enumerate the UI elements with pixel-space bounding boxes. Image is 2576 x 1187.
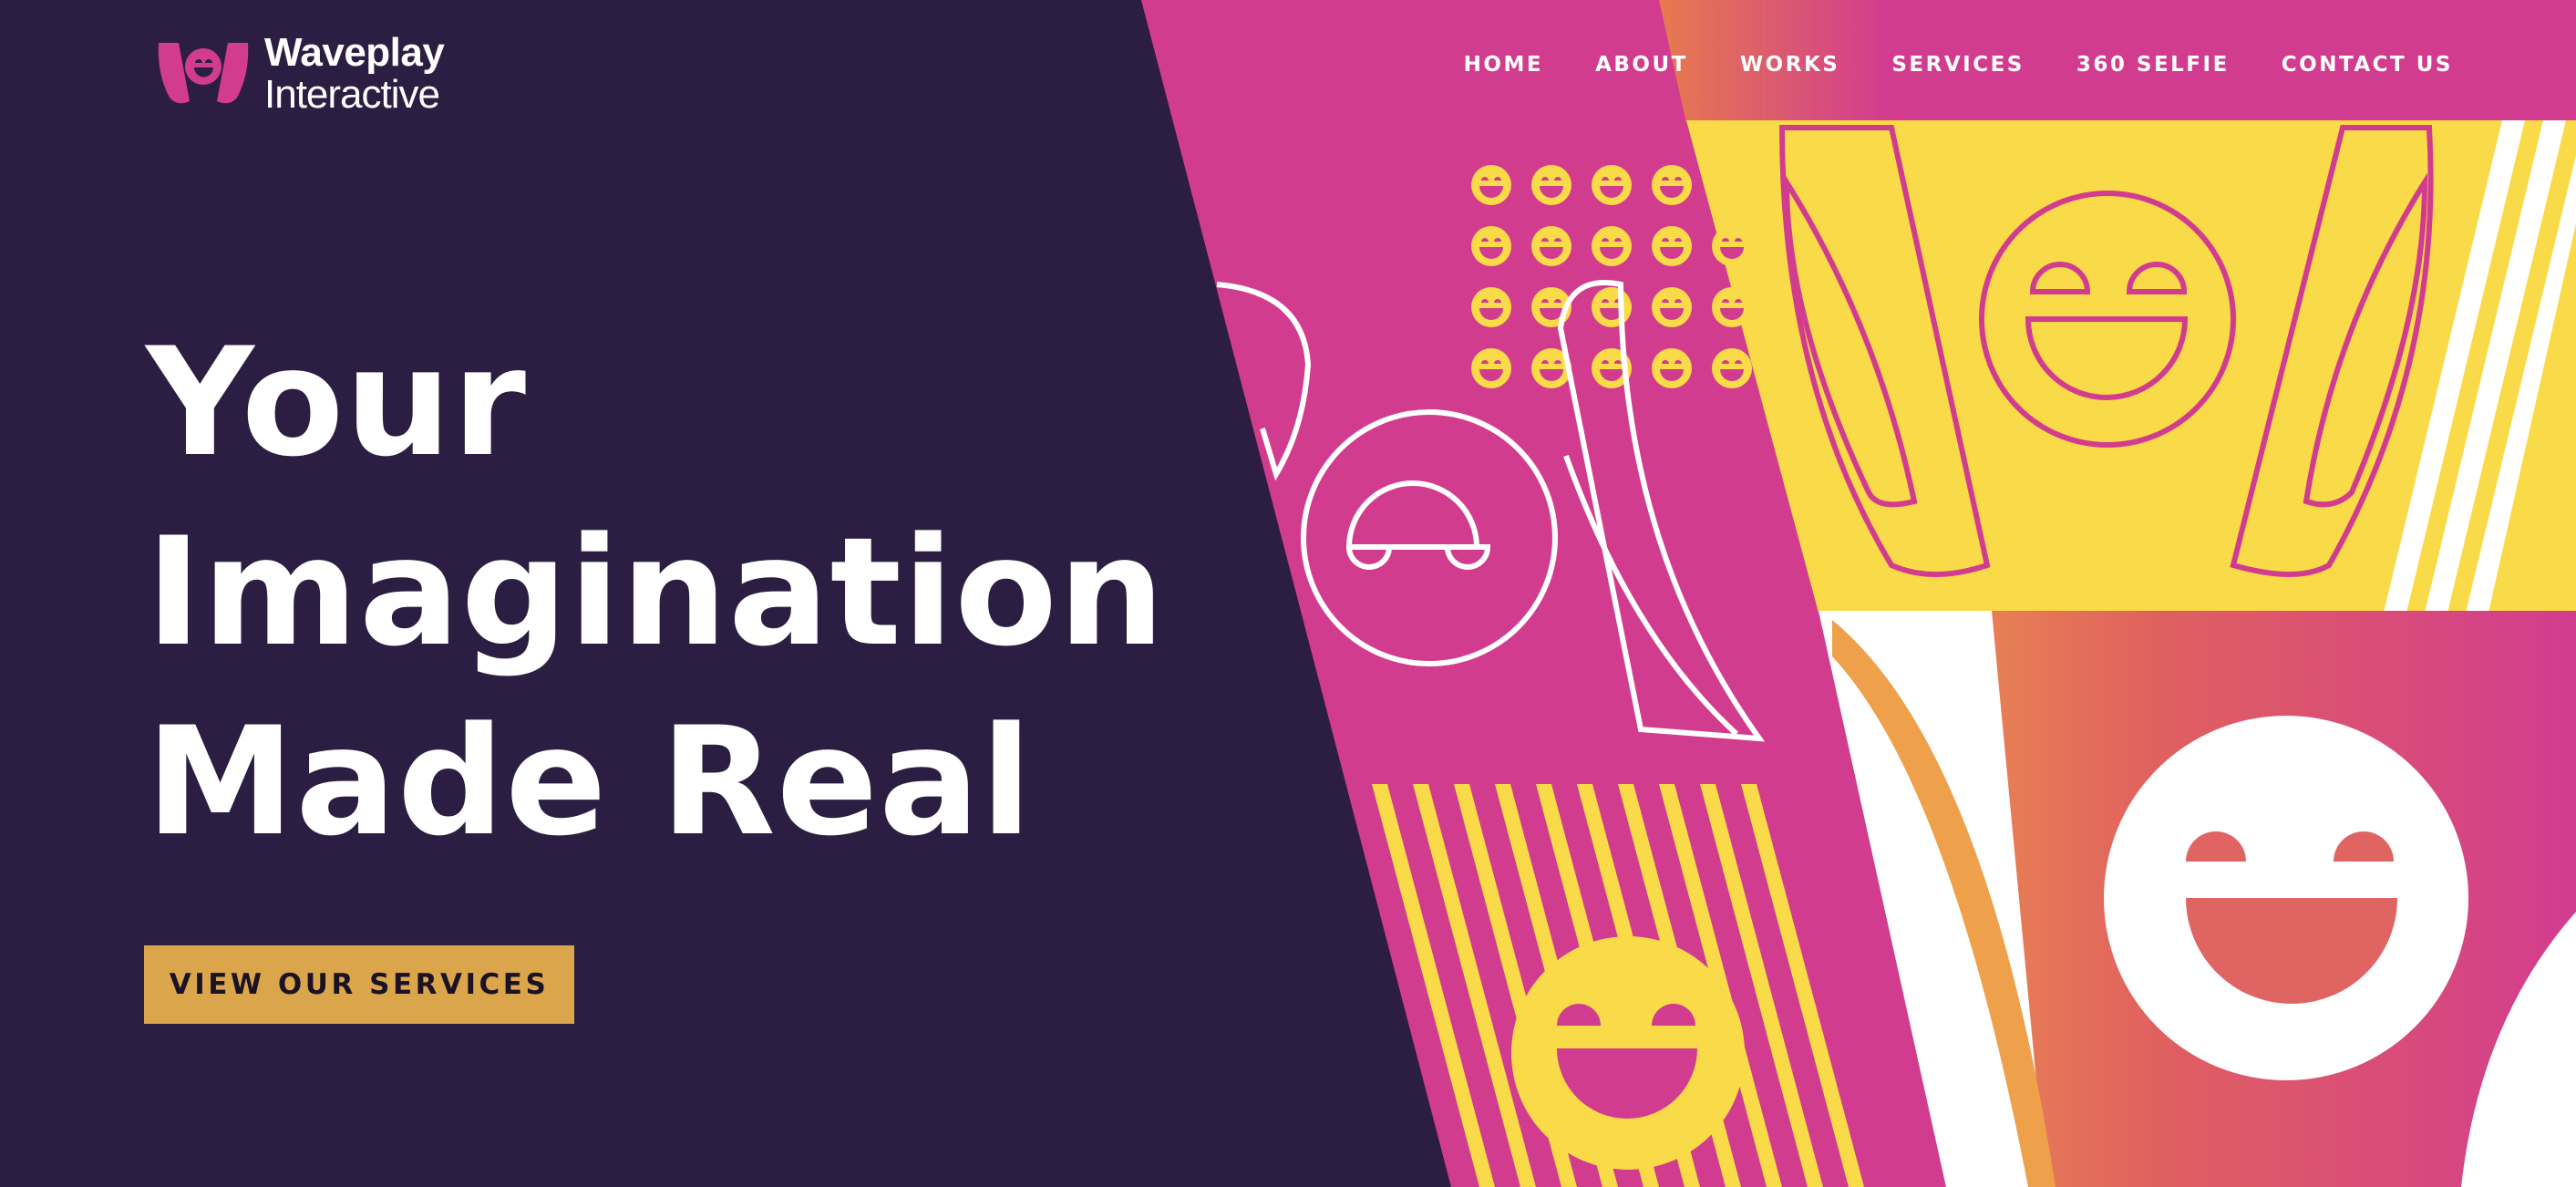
small-smiley-icon — [1471, 287, 1511, 327]
brand-name-line2: Interactive — [264, 72, 440, 117]
small-smiley-icon — [1592, 165, 1632, 205]
white-smiley-face — [2104, 716, 2468, 1080]
small-smiley-icon — [1652, 348, 1692, 388]
nav-works[interactable]: WORKS — [1740, 53, 1840, 77]
small-smiley-icon — [1471, 226, 1511, 266]
small-smiley-icon — [1652, 165, 1692, 205]
small-smiley-icon — [1712, 226, 1752, 266]
view-services-button[interactable]: VIEW OUR SERVICES — [144, 945, 574, 1024]
small-smiley-icon — [1471, 348, 1511, 388]
brand-name-line1: Waveplay — [264, 30, 445, 75]
hero-line-1: Your — [146, 315, 528, 490]
hero-line-3: Made Real — [146, 695, 1033, 869]
hero-headline: Your Imagination Made Real — [146, 308, 1203, 877]
waveplay-smiley-logo-icon — [158, 43, 249, 104]
small-smiley-icon — [1531, 226, 1571, 266]
small-smiley-icon — [1531, 165, 1571, 205]
small-smiley-icon — [1592, 287, 1632, 327]
hero-line-2: Imagination — [146, 505, 1166, 679]
nav-services[interactable]: SERVICES — [1891, 53, 2025, 77]
small-smiley-icon — [1652, 287, 1692, 327]
yellow-smiley-face — [1511, 936, 1745, 1170]
small-smiley-icon — [1652, 226, 1692, 266]
brand-logo[interactable]: Waveplay Interactive — [155, 30, 445, 117]
nav-home[interactable]: HOME — [1464, 53, 1543, 77]
small-smiley-icon — [1471, 165, 1511, 205]
nav-360-selfie[interactable]: 360 SELFIE — [2076, 53, 2230, 77]
small-smiley-icon — [1712, 348, 1752, 388]
small-smiley-icon — [1592, 226, 1632, 266]
main-nav: HOME ABOUT WORKS SERVICES 360 SELFIE CON… — [1464, 53, 2453, 77]
small-smiley-icon — [1712, 287, 1752, 327]
brand-name: Waveplay Interactive — [264, 30, 445, 117]
nav-about[interactable]: ABOUT — [1595, 53, 1688, 77]
nav-contact-us[interactable]: CONTACT US — [2282, 53, 2453, 77]
